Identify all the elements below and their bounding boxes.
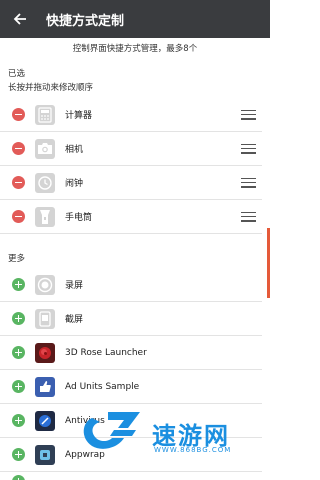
camera-icon xyxy=(35,138,55,159)
alarm-icon xyxy=(35,172,55,193)
item-label: 截屏 xyxy=(65,315,84,325)
remove-icon[interactable] xyxy=(12,108,25,121)
more-item-partial xyxy=(0,472,262,480)
appwrap-icon xyxy=(35,444,55,465)
watermark: 速游网 WWW.868BG.COM xyxy=(78,408,258,456)
rose-launcher-icon xyxy=(35,342,55,363)
item-label: 相机 xyxy=(65,145,84,155)
selected-item-calculator[interactable]: 计算器 xyxy=(0,98,262,132)
item-label: 手电筒 xyxy=(65,213,93,223)
watermark-url: WWW.868BG.COM xyxy=(154,446,232,454)
page-title: 快捷方式定制 xyxy=(46,13,125,29)
flashlight-icon xyxy=(35,206,55,227)
add-icon[interactable] xyxy=(12,380,25,393)
drag-handle-icon[interactable] xyxy=(241,143,256,154)
screenshot-icon xyxy=(35,308,55,329)
antivirus-icon xyxy=(35,410,55,431)
more-item-3d-rose-launcher[interactable]: 3D Rose Launcher xyxy=(0,336,262,370)
more-item-screenshot[interactable]: 截屏 xyxy=(0,302,262,336)
add-icon[interactable] xyxy=(12,278,25,291)
screen-record-icon xyxy=(35,274,55,295)
watermark-logo-icon xyxy=(83,412,140,449)
item-label: 闹钟 xyxy=(65,179,84,189)
reorder-hint: 长按并拖动来修改顺序 xyxy=(8,83,94,93)
page-subtitle: 控制界面快捷方式管理，最多8个 xyxy=(72,44,198,54)
selected-item-alarm[interactable]: 闹钟 xyxy=(0,166,262,200)
drag-handle-icon[interactable] xyxy=(241,109,256,120)
add-icon[interactable] xyxy=(12,448,25,461)
app-bar: 快捷方式定制 xyxy=(0,0,270,38)
back-button[interactable] xyxy=(0,0,40,38)
add-icon[interactable] xyxy=(12,346,25,359)
remove-icon[interactable] xyxy=(12,210,25,223)
more-item-screen-record[interactable]: 录屏 xyxy=(0,268,262,302)
drag-handle-icon[interactable] xyxy=(241,211,256,222)
item-label: 录屏 xyxy=(65,281,84,291)
selected-item-camera[interactable]: 相机 xyxy=(0,132,262,166)
add-icon[interactable] xyxy=(12,475,25,480)
remove-icon[interactable] xyxy=(12,142,25,155)
item-label: Ad Units Sample xyxy=(65,381,140,392)
selected-item-flashlight[interactable]: 手电筒 xyxy=(0,200,262,234)
selected-heading: 已选 xyxy=(8,69,26,79)
more-item-ad-units-sample[interactable]: Ad Units Sample xyxy=(0,370,262,404)
remove-icon[interactable] xyxy=(12,176,25,189)
add-icon[interactable] xyxy=(12,312,25,325)
ad-units-icon xyxy=(35,376,55,397)
item-label: 3D Rose Launcher xyxy=(65,347,147,358)
calculator-icon xyxy=(35,104,55,125)
item-label: 计算器 xyxy=(65,111,93,121)
more-heading: 更多 xyxy=(8,254,26,264)
scrollbar[interactable] xyxy=(267,228,270,298)
drag-handle-icon[interactable] xyxy=(241,177,256,188)
back-arrow-icon xyxy=(13,13,26,25)
add-icon[interactable] xyxy=(12,414,25,427)
